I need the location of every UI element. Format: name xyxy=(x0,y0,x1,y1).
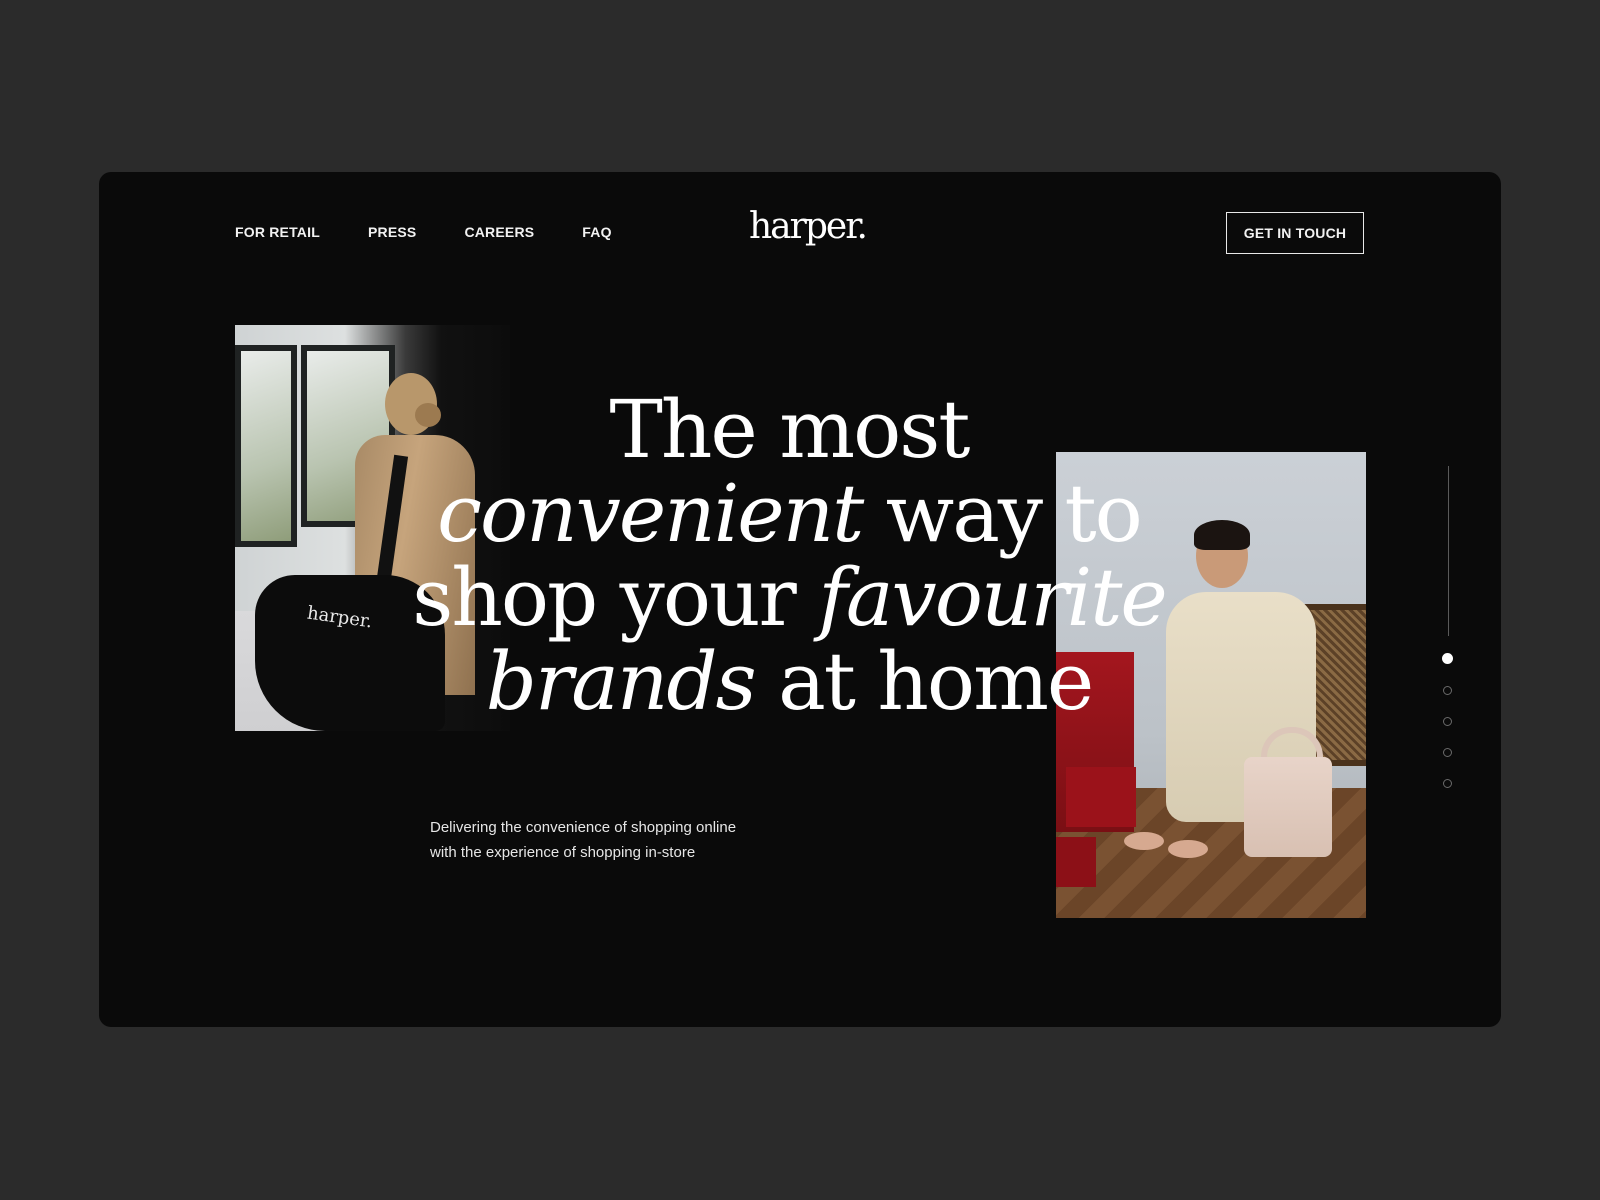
headline-line-4-rest: at home xyxy=(754,635,1094,728)
shoe xyxy=(1124,832,1164,850)
headline-line-3-start: shop your xyxy=(412,551,819,644)
model-hair xyxy=(1194,520,1250,550)
nav-careers[interactable]: CAREERS xyxy=(464,224,534,240)
headline-line-1: The most xyxy=(609,383,971,476)
handbag xyxy=(1244,757,1332,857)
pager-dot-2[interactable] xyxy=(1443,686,1452,695)
top-nav: FOR RETAIL PRESS CAREERS FAQ xyxy=(235,224,660,240)
nav-press[interactable]: PRESS xyxy=(368,224,416,240)
pager-dot-5[interactable] xyxy=(1443,779,1452,788)
pager-dot-3[interactable] xyxy=(1443,717,1452,726)
window-frame xyxy=(235,345,297,547)
headline-emphasis-favourite: favourite xyxy=(818,551,1168,644)
get-in-touch-button[interactable]: GET IN TOUCH xyxy=(1226,212,1364,254)
slide-pager xyxy=(1442,653,1453,810)
subtitle-line-1: Delivering the convenience of shopping o… xyxy=(430,819,737,836)
pager-dot-1[interactable] xyxy=(1442,653,1453,664)
nav-faq[interactable]: FAQ xyxy=(582,224,611,240)
hero-subtitle: Delivering the convenience of shopping o… xyxy=(430,815,790,865)
red-gift-box xyxy=(1056,837,1096,887)
hero-window: FOR RETAIL PRESS CAREERS FAQ harper. GET… xyxy=(99,172,1501,1027)
scroll-track xyxy=(1448,466,1449,636)
shoe xyxy=(1168,840,1208,858)
red-gift-box xyxy=(1066,767,1136,827)
harper-logo[interactable]: harper. xyxy=(749,206,868,247)
subtitle-line-2: with the experience of shopping in-store xyxy=(430,844,696,861)
nav-for-retail[interactable]: FOR RETAIL xyxy=(235,224,320,240)
hero-headline: The most convenient way to shop your fav… xyxy=(399,388,1179,724)
headline-emphasis-brands: brands xyxy=(485,635,757,728)
headline-line-2-rest: way to xyxy=(862,467,1143,560)
headline-emphasis-convenient: convenient xyxy=(437,467,864,560)
pager-dot-4[interactable] xyxy=(1443,748,1452,757)
